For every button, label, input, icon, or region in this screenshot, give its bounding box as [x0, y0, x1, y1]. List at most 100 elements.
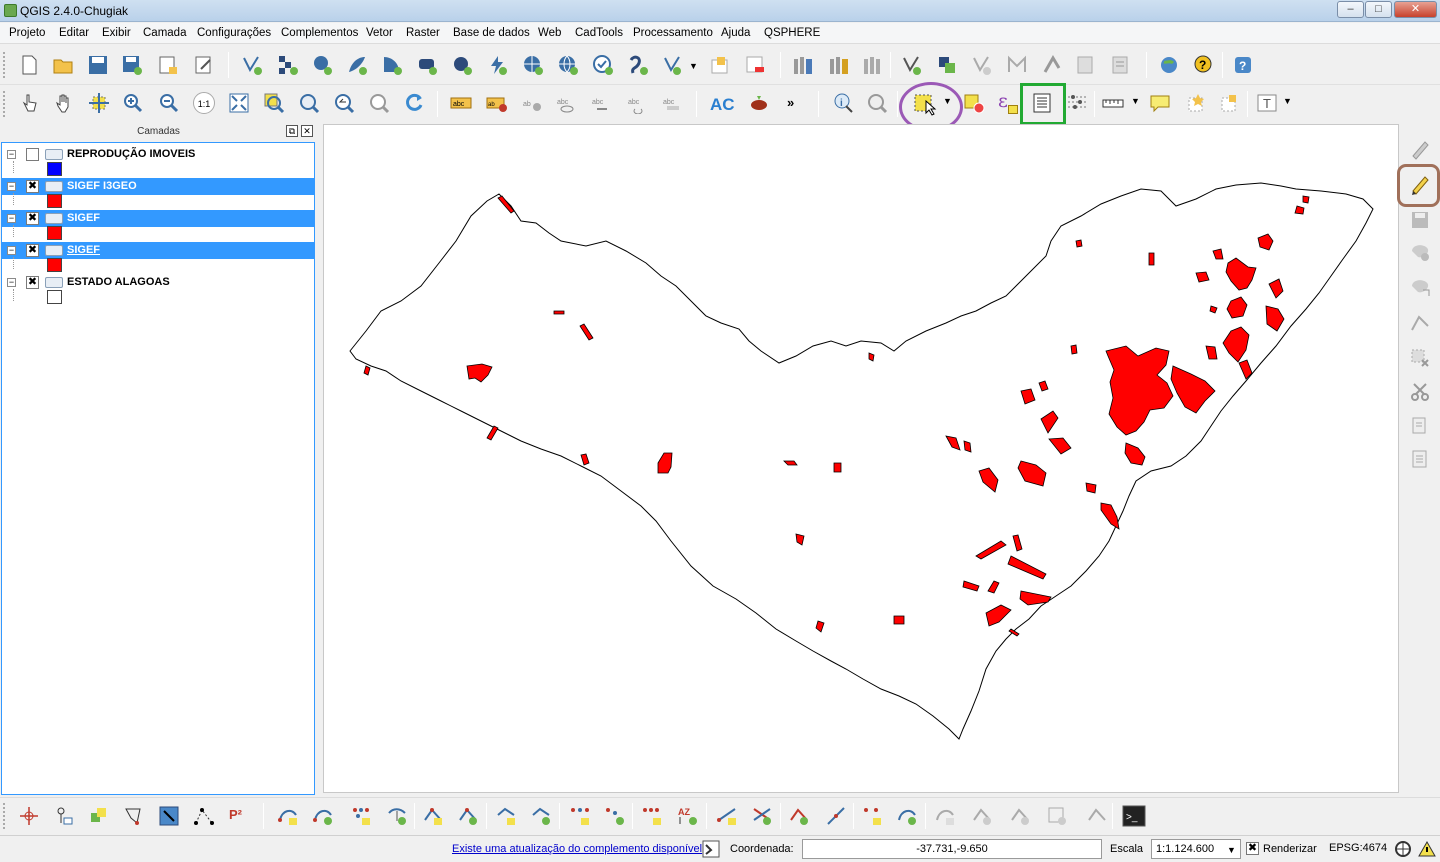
menu-base-de-dados[interactable]: Base de dados [453, 27, 530, 39]
cad-tool-14-icon[interactable] [788, 805, 810, 827]
polygon-vertex-icon[interactable] [123, 805, 145, 827]
cad-tool-18-icon[interactable] [934, 805, 956, 827]
parcel[interactable] [1148, 252, 1155, 266]
menu-complementos[interactable]: Complementos [281, 27, 358, 39]
p2-tool-button[interactable]: P² [229, 807, 242, 822]
parcel[interactable] [893, 615, 905, 625]
plugin-tool-3-icon[interactable] [862, 54, 884, 76]
save-project-icon[interactable] [87, 54, 109, 76]
text-annotation-icon[interactable]: T [1256, 92, 1278, 114]
cad-tool-21-icon[interactable] [1046, 805, 1068, 827]
layer-visibility-checkbox[interactable]: ✖ [26, 212, 39, 225]
cad-tool-7-icon[interactable] [495, 805, 517, 827]
composer-manager-icon[interactable] [193, 54, 215, 76]
refresh-icon[interactable] [403, 92, 425, 114]
cad-tool-3-icon[interactable] [350, 805, 372, 827]
toolbar-overflow-button[interactable]: » [787, 95, 794, 110]
add-oracle-layer-icon[interactable] [416, 54, 438, 76]
cad-tool-20-icon[interactable] [1009, 805, 1031, 827]
map-svg[interactable] [324, 125, 1400, 794]
zoom-full-icon[interactable] [228, 92, 250, 114]
layer-name[interactable]: ESTADO ALAGOAS [67, 276, 170, 288]
crosshair-icon[interactable] [18, 805, 40, 827]
add-postgis-layer-icon[interactable] [311, 54, 333, 76]
toolbar-grip[interactable] [3, 803, 7, 829]
cad-tool-8-icon[interactable] [530, 805, 552, 827]
layer-symbol-swatch[interactable] [47, 226, 62, 240]
layer-visibility-checkbox[interactable]: ✖ [26, 180, 39, 193]
save-layer-edits-icon[interactable] [1409, 209, 1431, 231]
pan-to-selection-icon[interactable] [88, 92, 110, 114]
menu-projeto[interactable]: Projeto [9, 27, 45, 39]
cad-tool-6-icon[interactable] [457, 805, 479, 827]
parcel[interactable] [963, 440, 972, 453]
cad-tool-11-icon[interactable] [641, 805, 663, 827]
zoom-actual-size-icon[interactable]: 1:1 [193, 92, 215, 114]
cad-tool-10-icon[interactable] [604, 805, 626, 827]
close-panel-button[interactable]: ✕ [301, 125, 313, 137]
layer-row-estado-alagoas[interactable]: − ✖ ESTADO ALAGOAS [2, 274, 314, 291]
map-tips-icon[interactable] [866, 92, 888, 114]
current-edits-icon[interactable] [1409, 138, 1431, 160]
collapse-icon[interactable]: − [7, 246, 16, 255]
map-tips-balloon-icon[interactable] [1149, 92, 1171, 114]
menu-exibir[interactable]: Exibir [102, 27, 131, 39]
show-bookmarks-icon[interactable] [1218, 92, 1240, 114]
cad-tool-22-icon[interactable] [1086, 805, 1108, 827]
whats-this-icon[interactable]: ? [1232, 54, 1254, 76]
change-label-icon[interactable]: abc [662, 92, 684, 114]
cad-tool-15-icon[interactable] [825, 805, 847, 827]
coordinate-field[interactable]: -37.731,-9.650 [802, 839, 1102, 859]
cad-tool-19-icon[interactable] [971, 805, 993, 827]
cad-tool-12-icon[interactable] [716, 805, 738, 827]
parcel[interactable] [486, 425, 499, 441]
cad-tool-2-icon[interactable] [312, 805, 334, 827]
parcel[interactable] [1075, 239, 1083, 248]
zoom-in-icon[interactable] [122, 92, 144, 114]
help-icon[interactable]: ? [1192, 54, 1214, 76]
add-raster-layer-icon[interactable] [277, 54, 299, 76]
warning-icon[interactable] [1418, 840, 1436, 858]
layer-name[interactable]: REPRODUÇÃO IMOVEIS [67, 148, 195, 160]
dropdown-arrow-icon[interactable]: ▼ [689, 61, 698, 71]
layer-style-plugin-icon[interactable] [747, 92, 769, 114]
zoom-out-icon[interactable] [158, 92, 180, 114]
digitize-plugin-3-icon[interactable] [971, 54, 993, 76]
add-delimited-text-icon[interactable] [592, 54, 614, 76]
annotation-dropdown-arrow-icon[interactable]: ▼ [1283, 96, 1292, 106]
menu-editar[interactable]: Editar [59, 27, 89, 39]
collapse-icon[interactable]: − [7, 150, 16, 159]
highlight-labels-icon[interactable]: ab [521, 92, 543, 114]
layer-row-sigef-2[interactable]: − ✖ SIGEF [2, 242, 314, 259]
menu-configuracoes[interactable]: Configurações [197, 27, 271, 39]
messages-icon[interactable] [702, 840, 720, 858]
touch-zoom-pan-icon[interactable] [18, 92, 40, 114]
float-panel-button[interactable]: ⧉ [286, 125, 298, 137]
add-wms-layer-icon[interactable] [486, 54, 508, 76]
open-project-icon[interactable] [52, 54, 74, 76]
rectangle-selection-icon[interactable] [158, 805, 180, 827]
scale-dropdown-arrow-icon[interactable]: ▼ [1227, 845, 1236, 855]
move-label-icon[interactable]: abc [591, 92, 613, 114]
collapse-icon[interactable]: − [7, 214, 16, 223]
cad-tool-5-icon[interactable] [422, 805, 444, 827]
crs-globe-icon[interactable] [1394, 840, 1412, 858]
toolbar-grip[interactable] [3, 91, 7, 117]
add-mssql-layer-icon[interactable] [381, 54, 403, 76]
layer-name[interactable]: SIGEF [67, 212, 100, 224]
minimize-button[interactable]: – [1337, 1, 1364, 18]
add-vector-layer-icon[interactable] [241, 54, 263, 76]
menu-processamento[interactable]: Processamento [633, 27, 713, 39]
collapse-icon[interactable]: − [7, 278, 16, 287]
menu-ajuda[interactable]: Ajuda [721, 27, 750, 39]
menu-vetor[interactable]: Vetor [366, 27, 393, 39]
add-feature-icon[interactable] [1409, 241, 1431, 263]
zoom-to-selection-icon[interactable] [263, 92, 285, 114]
menu-raster[interactable]: Raster [406, 27, 440, 39]
digitize-plugin-7-icon[interactable] [1110, 54, 1132, 76]
digitize-plugin-6-icon[interactable] [1075, 54, 1097, 76]
plugin-tool-2-icon[interactable] [828, 54, 850, 76]
crs-button[interactable]: EPSG:4674 [1325, 839, 1389, 859]
layer-visibility-checkbox[interactable]: ✖ [26, 244, 39, 257]
add-db2-layer-icon[interactable] [451, 54, 473, 76]
